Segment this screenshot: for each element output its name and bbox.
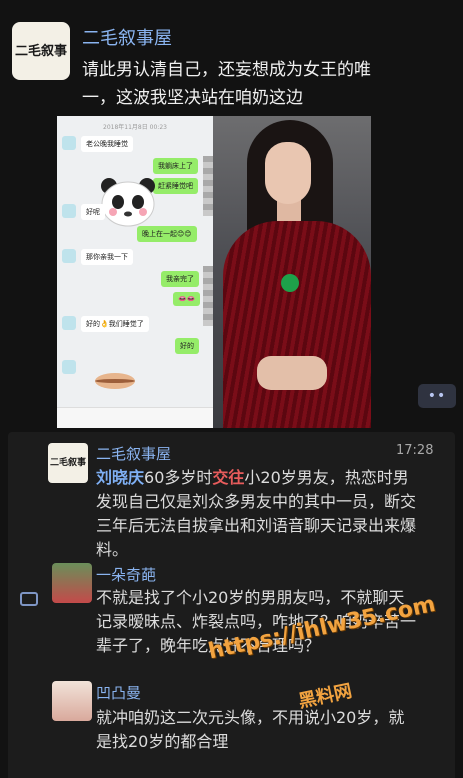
commenter-avatar[interactable]: 二毛叙事	[48, 443, 88, 483]
highlight-name[interactable]: 刘晓庆	[96, 468, 144, 487]
chat-bubble: 老公晚我睡觉	[81, 136, 133, 152]
portrait-hands	[257, 356, 327, 390]
mosaic-blur	[203, 266, 213, 326]
commenter-name[interactable]: 凹凸曼	[96, 682, 141, 703]
commenter-avatar[interactable]	[52, 563, 92, 603]
chat-screenshot: 2018年11月8日 00:23 老公晚我睡觉 我躺床上了 赶紧睡觉吧 好呢 晚…	[57, 116, 213, 428]
chat-avatar	[62, 249, 76, 263]
chat-avatar	[62, 316, 76, 330]
chat-input-bar	[57, 407, 213, 428]
commenter-name[interactable]: 二毛叙事屋	[96, 443, 171, 464]
chat-avatar	[62, 204, 76, 218]
woman-portrait-photo	[213, 116, 371, 428]
chat-avatar	[62, 360, 76, 374]
comment-text: 就冲咱奶这二次元头像，不用说小20岁，就是找20岁的都合理	[96, 708, 405, 751]
chat-avatar	[62, 136, 76, 150]
caption-line-1: 请此男认清自己，还妄想成为女王的唯	[82, 60, 371, 80]
post-caption: 请此男认清自己，还妄想成为女王的唯 一，这波我坚决站在咱奶这边	[82, 56, 442, 112]
comment-icon[interactable]	[20, 592, 38, 606]
more-options-button[interactable]: ••	[418, 384, 456, 408]
avatar-logo-text: 二毛叙事	[14, 43, 67, 59]
comment-time: 17:28	[396, 443, 434, 458]
panda-sticker-icon	[101, 178, 155, 227]
caption-line-2: 一，这波我坚决站在咱奶这边	[82, 88, 303, 108]
chat-bubble: 那你亲我一下	[81, 249, 133, 265]
chat-bubble: 赶紧睡觉吧	[153, 178, 198, 194]
chat-bubble: 我躺床上了	[153, 158, 198, 174]
portrait-face	[265, 142, 311, 204]
comment-part: 60多岁时	[144, 468, 213, 487]
mosaic-blur	[203, 156, 213, 216]
chat-bubble: 好呢	[81, 204, 105, 220]
avatar-logo-text: 二毛叙事	[49, 457, 86, 468]
chat-bubble: 👄👄	[173, 292, 201, 306]
author-avatar[interactable]: 二毛叙事	[12, 22, 70, 80]
chat-timestamp: 2018年11月8日 00:23	[103, 124, 167, 131]
commenter-name[interactable]: 一朵奇葩	[96, 564, 156, 585]
chat-bubble: 好的	[175, 338, 199, 354]
portrait-dress	[223, 221, 371, 428]
highlight-word[interactable]: 交往	[212, 468, 244, 487]
lips-sticker-icon	[95, 373, 135, 389]
chat-bubble: 好的👌我们睡觉了	[81, 316, 149, 332]
jade-pendant-icon	[281, 274, 299, 292]
post-image[interactable]: 2018年11月8日 00:23 老公晚我睡觉 我躺床上了 赶紧睡觉吧 好呢 晚…	[57, 116, 371, 428]
commenter-avatar[interactable]	[52, 681, 92, 721]
comment-text: 刘晓庆60多岁时交往小20岁男友，热恋时男发现自己仅是刘众多男友中的其中一员，断…	[96, 466, 416, 562]
chat-bubble: 晚上在一起😊😊	[137, 226, 197, 242]
author-name[interactable]: 二毛叙事屋	[82, 24, 172, 50]
chat-bubble: 我亲完了	[161, 271, 199, 287]
